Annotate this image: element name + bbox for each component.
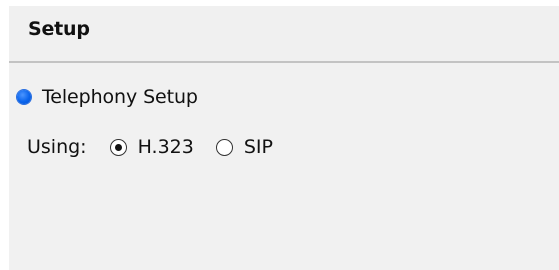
radio-dot xyxy=(114,143,122,151)
radio-checked-icon[interactable] xyxy=(109,138,127,156)
radio-sip[interactable]: SIP xyxy=(215,136,273,158)
protocol-selector: Using: H.323 SIP xyxy=(9,131,273,163)
panel-header: Setup xyxy=(9,6,559,63)
radio-unchecked-icon[interactable] xyxy=(215,138,233,156)
panel-title: Setup xyxy=(28,18,90,40)
using-label: Using: xyxy=(27,136,87,158)
radio-h323-label: H.323 xyxy=(137,136,194,158)
header-divider xyxy=(9,61,559,63)
telephony-setup-label: Telephony Setup xyxy=(42,86,198,108)
status-dot-icon xyxy=(17,90,31,104)
telephony-setup-option[interactable]: Telephony Setup xyxy=(9,82,198,112)
radio-sip-label: SIP xyxy=(243,136,273,158)
setup-panel: Setup Telephony Setup Using: H.323 SIP xyxy=(9,6,559,270)
radio-h323[interactable]: H.323 xyxy=(109,136,194,158)
